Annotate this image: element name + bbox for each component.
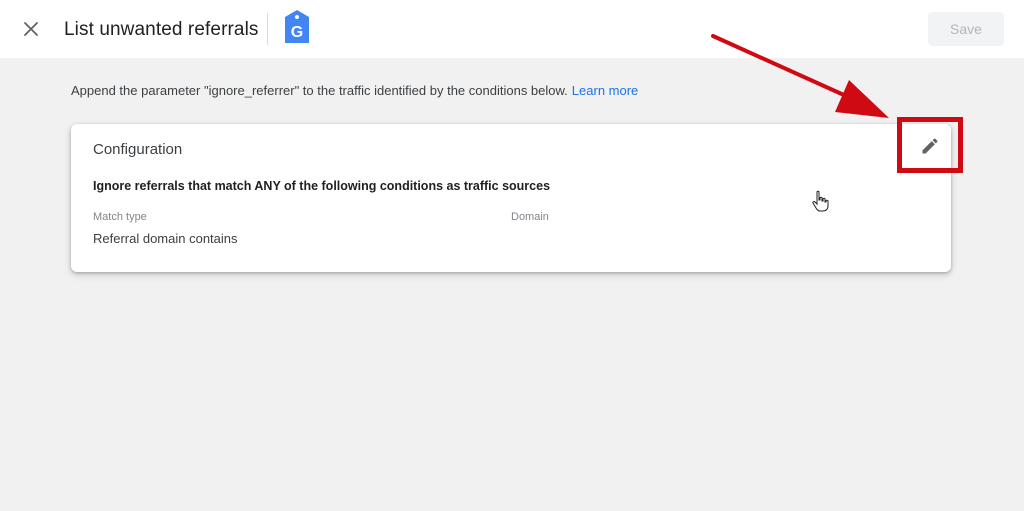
gtm-tag-letter: G [291, 24, 303, 41]
gtm-tag-icon: G [283, 9, 311, 45]
page-title: List unwanted referrals [64, 19, 259, 40]
close-icon [24, 22, 38, 36]
match-type-label: Match type [93, 211, 147, 223]
configuration-title: Configuration [93, 141, 183, 158]
learn-more-link[interactable]: Learn more [572, 83, 638, 98]
pencil-icon [922, 138, 938, 154]
save-button[interactable]: Save [928, 12, 1004, 46]
description-body: Append the parameter "ignore_referrer" t… [71, 83, 568, 98]
edit-button[interactable] [912, 131, 948, 161]
domain-label: Domain [511, 211, 549, 223]
close-button[interactable] [18, 16, 44, 42]
configuration-subtitle: Ignore referrals that match ANY of the f… [93, 179, 551, 193]
hand-cursor-icon [812, 190, 829, 212]
match-type-value: Referral domain contains [93, 231, 238, 246]
description-text: Append the parameter "ignore_referrer" t… [71, 83, 638, 98]
red-arrow-annotation [711, 34, 889, 118]
header-divider [267, 13, 268, 45]
